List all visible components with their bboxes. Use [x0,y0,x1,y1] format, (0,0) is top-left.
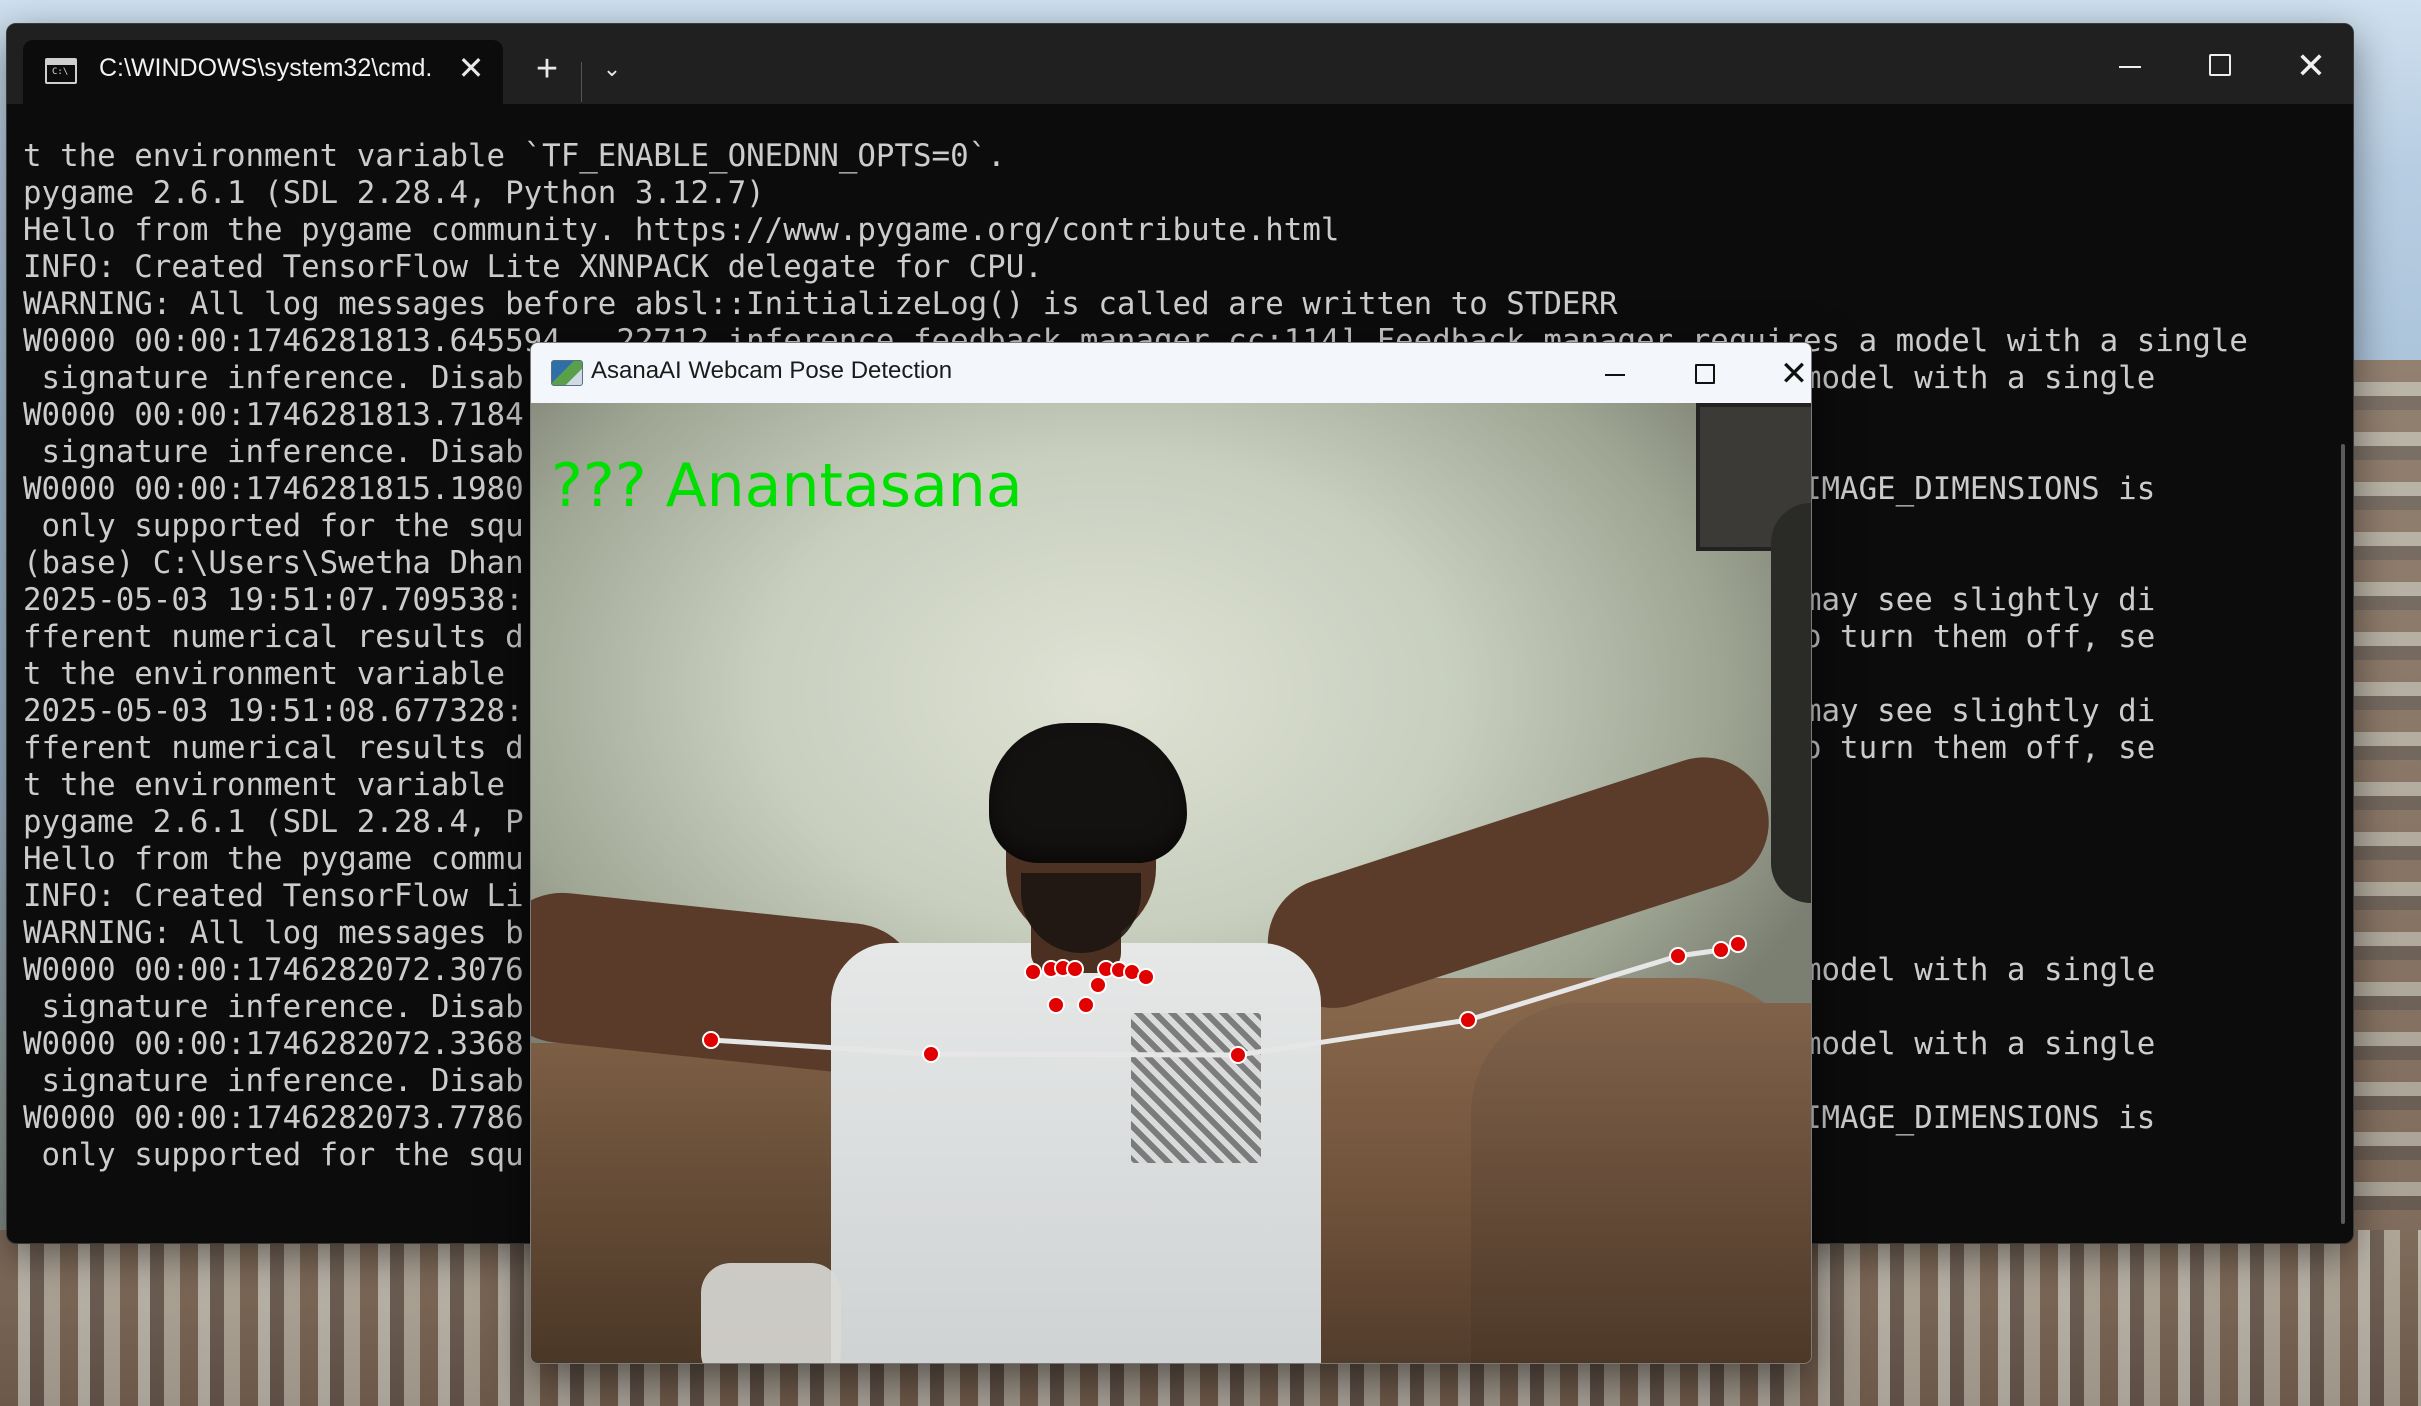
terminal-line: Hello from the pygame community. https:/… [23,212,1340,248]
pose-keypoint [1712,941,1730,959]
skeleton-lines [710,941,1739,1058]
minimize-button[interactable] [2089,44,2169,88]
skeleton-limb-line [710,941,1739,1058]
pose-keypoint [1729,935,1747,953]
close-tab-icon[interactable]: ✕ [451,48,491,88]
pose-keypoint [1459,1011,1477,1029]
close-window-button[interactable]: ✕ [1759,351,1811,397]
maximize-button[interactable] [2179,44,2259,88]
pose-keypoint [1066,960,1084,978]
pose-keypoint [1024,963,1042,981]
pose-keypoint [1137,968,1155,986]
cmd-icon: C:\ [45,58,77,84]
pose-window-titlebar[interactable]: AsanaAI Webcam Pose Detection ✕ [531,343,1811,403]
pose-detection-window[interactable]: AsanaAI Webcam Pose Detection ✕ ??? Anan… [530,342,1812,1364]
terminal-line: INFO: Created TensorFlow Lite XNNPACK de… [23,249,1043,285]
pose-prediction-label: ??? Anantasana [551,451,1023,521]
pose-window-title: AsanaAI Webcam Pose Detection [591,357,953,384]
pose-keypoint [1047,996,1065,1014]
pose-keypoint [1229,1046,1247,1064]
terminal-line: WARNING: All log messages before absl::I… [23,286,1618,322]
chevron-down-icon[interactable]: ⌄ [587,50,637,88]
terminal-scrollbar[interactable] [2341,444,2345,1224]
pose-keypoint [922,1045,940,1063]
pose-skeleton-overlay [702,935,1747,1064]
pose-keypoint [1669,947,1687,965]
terminal-tab-bar: C:\ C:\WINDOWS\system32\cmd. ✕ + ⌄ ✕ [7,24,2353,104]
webcam-feed: ??? Anantasana [531,403,1811,1363]
terminal-line: pygame 2.6.1 (SDL 2.28.4, Python 3.12.7) [23,175,765,211]
pose-keypoint [1077,996,1095,1014]
terminal-tab[interactable]: C:\ C:\WINDOWS\system32\cmd. ✕ [23,40,503,104]
tab-separator [581,62,582,102]
close-window-button[interactable]: ✕ [2271,44,2351,88]
terminal-line: t the environment variable `TF_ENABLE_ON… [23,138,1006,174]
minimize-button[interactable] [1581,351,1651,397]
pose-keypoint [1089,976,1107,994]
app-icon [551,360,583,386]
maximize-button[interactable] [1669,351,1739,397]
pose-keypoint [702,1031,720,1049]
new-tab-button[interactable]: + [517,50,577,88]
terminal-tab-title: C:\WINDOWS\system32\cmd. [99,54,433,82]
keypoints [702,935,1747,1064]
